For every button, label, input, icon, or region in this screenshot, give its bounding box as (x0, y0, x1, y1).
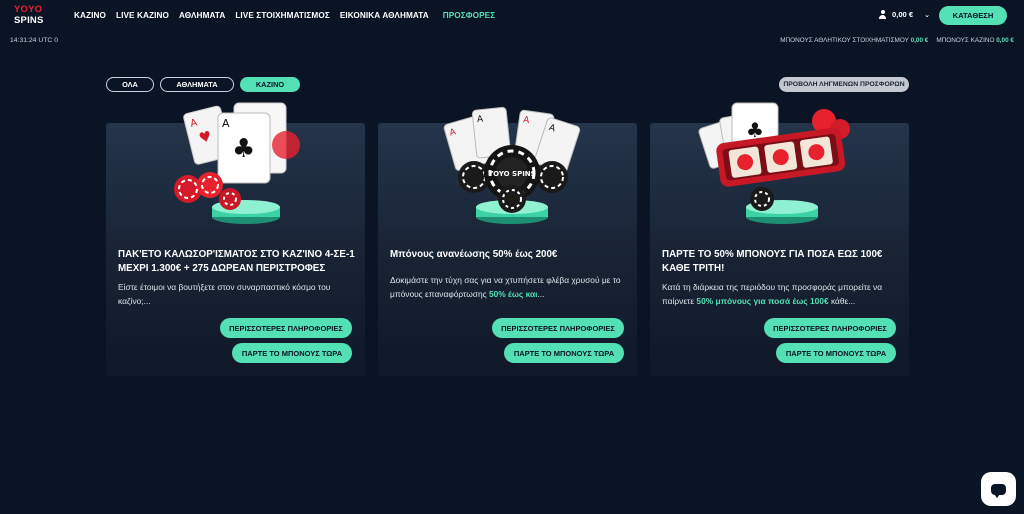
view-expired-button[interactable]: ΠΡΟΒΟΛΗ ΛΗΓΜΕΝΩΝ ΠΡΟΣΦΟΡΩΝ (779, 77, 909, 92)
more-info-button[interactable]: ΠΕΡΙΣΣΟΤΕΡΕΣ ΠΛΗΡΟΦΟΡΙΕΣ (492, 318, 624, 338)
nav-sports[interactable]: ΑΘΛΗΜΑΤΑ (179, 11, 225, 20)
clock: 14:31:24 UTC 0 (10, 37, 58, 44)
card-title: Μπόνους ανανέωσης 50% έως 200€ (390, 249, 558, 260)
filter-all[interactable]: ΟΛΑ (106, 77, 154, 92)
casino-bonus-amount: 0,00 € (996, 37, 1014, 44)
desc-tail: ... (537, 288, 545, 299)
desc-highlight: 50% μπόνους για ποσά έως 100€ (696, 295, 829, 306)
chips-and-cards-illustration: A A A A YOYO SPINS (443, 106, 581, 224)
chevron-down-icon: ⌄ (924, 11, 930, 19)
promo-card: ♣ ΠΑΡΤΕ ΤΟ 50% ΜΠΟΝΟΥΣ ΓΙΑ ΠΟΣΑ ΕΩΣ 100€… (650, 102, 909, 376)
nav-virtual-sports[interactable]: ΕΙΚΟΝΙΚΑ ΑΘΛΗΜΑΤΑ (340, 11, 429, 20)
svg-text:A: A (222, 117, 230, 130)
casino-bonus-label: ΜΠΟΝΟΥΣ ΚΑΖΙΝΟ (936, 37, 995, 44)
promo-card: A ♥ A ♣ ΠΑΚ'ΕΤΟ ΚΑΛΩΣΟΡ'ΙΣΜΑΤΟΣ ΣΤΟ ΚΑΖ'… (106, 102, 365, 376)
logo-line1: YOYO (14, 4, 43, 15)
user-icon (878, 10, 887, 19)
nav-live-betting[interactable]: LIVE ΣΤΟΙΧΗΜΑΤΙΣΜΟΣ (235, 11, 330, 20)
top-bar: YOYO SPINS ΚΑΖΙΝΟ LIVE ΚΑΖΙΝΟ ΑΘΛΗΜΑΤΑ L… (0, 0, 1024, 32)
card-description: Κατά τη διάρκεια της περιόδου της προσφο… (662, 281, 900, 308)
balance-amount: 0,00 € (892, 10, 914, 19)
claim-bonus-button[interactable]: ΠΑΡΤΕ ΤΟ ΜΠΟΝΟΥΣ ΤΩΡΑ (776, 343, 896, 363)
main-nav: ΚΑΖΙΝΟ LIVE ΚΑΖΙΝΟ ΑΘΛΗΜΑΤΑ LIVE ΣΤΟΙΧΗΜ… (74, 11, 505, 20)
svg-text:♣: ♣ (232, 134, 255, 164)
sports-bonus-amount: 0,00 € (910, 37, 929, 44)
sports-bonus-label: ΜΠΟΝΟΥΣ ΑΘΛΗΤΙΚΟΥ ΣΤΟΙΧΗΜΑΤΙΣΜΟΥ (780, 37, 909, 44)
logo-line2: SPINS (14, 15, 44, 26)
promo-card: A A A A YOYO SPINS Μπόνους ανανέωσης 50%… (378, 106, 637, 376)
card-title: ΠΑΡΤΕ ΤΟ 50% ΜΠΟΝΟΥΣ ΓΙΑ ΠΟΣΑ ΕΩΣ 100€ Κ… (662, 249, 883, 274)
nav-casino[interactable]: ΚΑΖΙΝΟ (74, 11, 106, 20)
nav-live-casino[interactable]: LIVE ΚΑΖΙΝΟ (116, 11, 169, 20)
chat-icon (991, 483, 1006, 498)
sports-bonus: ΜΠΟΝΟΥΣ ΑΘΛΗΤΙΚΟΥ ΣΤΟΙΧΗΜΑΤΙΣΜΟΥ 0,00 € (780, 37, 928, 44)
more-info-button[interactable]: ΠΕΡΙΣΣΟΤΕΡΕΣ ΠΛΗΡΟΦΟΡΙΕΣ (220, 318, 352, 338)
card-description: Είστε έτοιμοι να βουτήξετε στον συναρπασ… (118, 281, 356, 308)
cards-and-chips-illustration: A ♥ A ♣ (174, 102, 300, 224)
account-balance[interactable]: 0,00 € ⌄ (878, 10, 930, 19)
yoyospins-logo[interactable]: YOYO SPINS (14, 5, 50, 27)
claim-bonus-button[interactable]: ΠΑΡΤΕ ΤΟ ΜΠΟΝΟΥΣ ΤΩΡΑ (232, 343, 352, 363)
desc-text: Είστε έτοιμοι να βουτήξετε στον συναρπασ… (118, 282, 331, 306)
desc-tail: κάθε... (828, 295, 856, 306)
deposit-button[interactable]: ΚΑΤΑΘΕΣΗ (939, 6, 1007, 25)
card-description: Δοκιμάστε την τύχη σας για να χτυπήσετε … (390, 274, 628, 301)
slot-machine-illustration: ♣ (698, 102, 850, 224)
claim-bonus-button[interactable]: ΠΑΡΤΕ ΤΟ ΜΠΟΝΟΥΣ ΤΩΡΑ (504, 343, 624, 363)
casino-bonus: ΜΠΟΝΟΥΣ ΚΑΖΙΝΟ 0,00 € (936, 37, 1014, 44)
more-info-button[interactable]: ΠΕΡΙΣΣΟΤΕΡΕΣ ΠΛΗΡΟΦΟΡΙΕΣ (764, 318, 896, 338)
bonus-balances: ΜΠΟΝΟΥΣ ΑΘΛΗΤΙΚΟΥ ΣΤΟΙΧΗΜΑΤΙΣΜΟΥ 0,00 € … (780, 37, 1014, 44)
chip-logo-text: YOYO SPINS (487, 170, 535, 178)
live-chat-button[interactable] (981, 472, 1016, 506)
nav-promotions[interactable]: ΠΡΟΣΦΟΡΕΣ (443, 11, 495, 20)
desc-highlight: 50% έως και (488, 288, 538, 299)
filter-sports[interactable]: ΑΘΛΗΜΑΤΑ (160, 77, 234, 92)
card-title: ΠΑΚ'ΕΤΟ ΚΑΛΩΣΟΡ'ΙΣΜΑΤΟΣ ΣΤΟ ΚΑΖ'ΙΝΟ 4-ΣΕ… (118, 249, 355, 274)
filter-casino[interactable]: ΚΑΖΙΝΟ (240, 77, 300, 92)
